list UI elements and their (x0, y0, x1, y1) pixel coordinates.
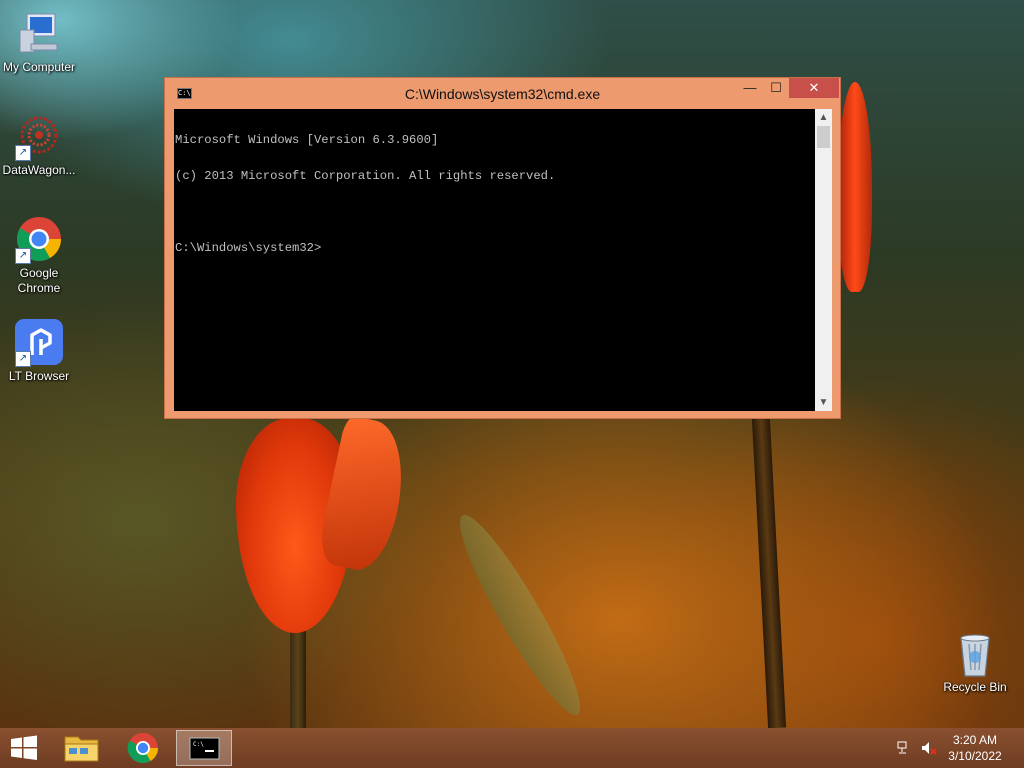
recycle-bin-icon (951, 630, 999, 678)
taskbar: C:\ 3:20 AM 3/10/2022 (0, 728, 1024, 768)
console-line: (c) 2013 Microsoft Corporation. All righ… (175, 169, 556, 183)
desktop-icon-lt-browser[interactable]: ↗ LT Browser (1, 319, 77, 384)
title-bar[interactable]: C:\ C:\Windows\system32\cmd.exe — ☐ ✕ (165, 78, 840, 108)
console-output[interactable]: Microsoft Windows [Version 6.3.9600] (c)… (174, 109, 815, 411)
windows-logo-icon (11, 735, 37, 760)
taskbar-file-explorer[interactable] (54, 730, 110, 766)
maximize-button[interactable]: ☐ (763, 78, 789, 98)
taskbar-chrome[interactable] (115, 730, 171, 766)
volume-muted-icon[interactable] (920, 740, 938, 756)
scroll-thumb[interactable] (817, 126, 830, 148)
shortcut-arrow-icon: ↗ (15, 248, 31, 264)
network-icon[interactable] (896, 740, 912, 756)
cmd-window[interactable]: C:\ C:\Windows\system32\cmd.exe — ☐ ✕ Mi… (164, 77, 841, 419)
desktop-icon-label: My Computer (2, 60, 76, 74)
svg-text:C:\: C:\ (193, 741, 204, 748)
desktop-icon-recycle-bin[interactable]: Recycle Bin (937, 630, 1013, 695)
minimize-button[interactable]: — (737, 78, 763, 98)
wallpaper-leaf (445, 505, 595, 725)
chrome-icon (127, 733, 158, 764)
start-button[interactable] (0, 730, 48, 766)
desktop-icon-my-computer[interactable]: My Computer (1, 10, 77, 75)
shortcut-arrow-icon: ↗ (15, 145, 31, 161)
scroll-down-arrow-icon[interactable]: ▼ (815, 394, 832, 411)
console-line: Microsoft Windows [Version 6.3.9600] (175, 133, 439, 147)
desktop-icon-label: Recycle Bin (943, 680, 1007, 694)
shortcut-arrow-icon: ↗ (15, 351, 31, 367)
desktop-icon-label: LT Browser (8, 369, 70, 383)
computer-icon (15, 10, 63, 58)
wallpaper-flower-2 (838, 82, 872, 292)
scroll-up-arrow-icon[interactable]: ▲ (815, 109, 832, 126)
vertical-scrollbar[interactable]: ▲ ▼ (815, 109, 832, 411)
desktop-icon-label: Google Chrome (17, 266, 61, 295)
lt-browser-icon: ↗ (15, 319, 63, 367)
clock-date[interactable]: 3/10/2022 (940, 749, 1010, 763)
chrome-icon: ↗ (15, 216, 63, 264)
desktop-icon-google-chrome[interactable]: ↗ Google Chrome (1, 216, 77, 296)
desktop-icon-datawagon[interactable]: ↗ DataWagon... (1, 113, 77, 178)
folder-icon (64, 736, 99, 762)
console-prompt: C:\Windows\system32> (175, 241, 322, 255)
datawagon-icon: ↗ (15, 113, 63, 161)
desktop-icon-label: DataWagon... (2, 163, 76, 177)
desktop: My Computer ↗ DataWagon... ↗ Google Chro… (0, 0, 1024, 728)
close-button[interactable]: ✕ (789, 78, 839, 98)
clock-time[interactable]: 3:20 AM (940, 733, 1010, 747)
taskbar-cmd[interactable]: C:\ (176, 730, 232, 766)
wallpaper-stem (290, 628, 306, 728)
cmd-icon: C:\ (189, 737, 220, 760)
wallpaper-stem-2 (751, 417, 787, 728)
